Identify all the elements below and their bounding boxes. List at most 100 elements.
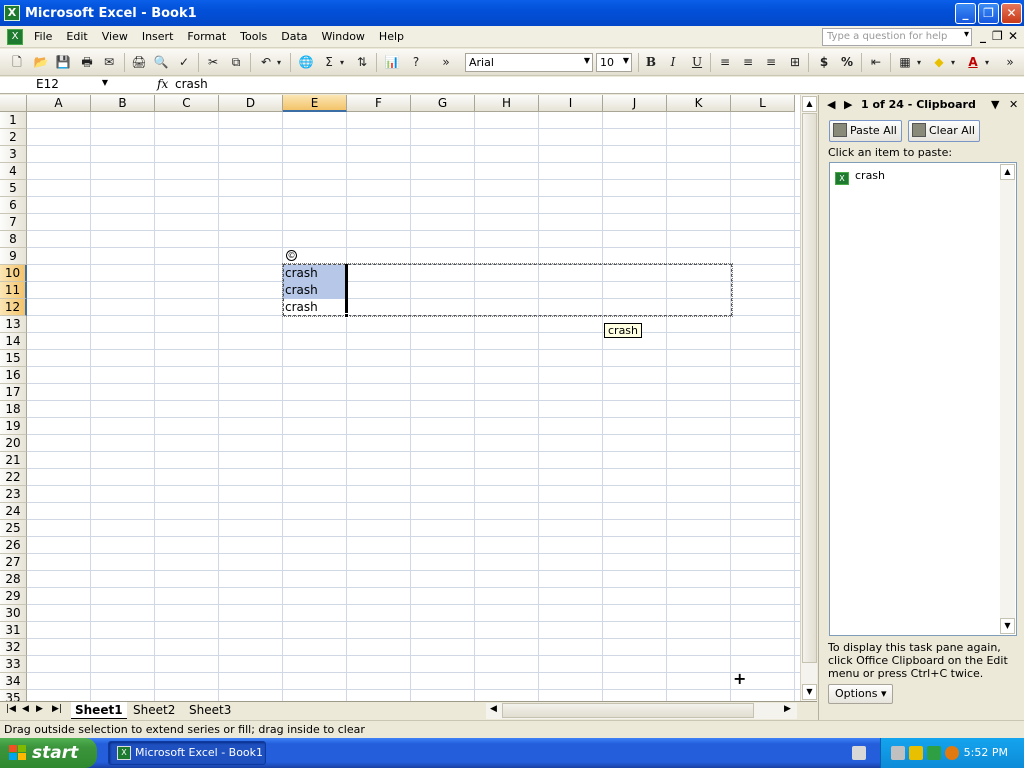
- row-header-2[interactable]: 2: [0, 129, 27, 146]
- paste-all-button[interactable]: Paste All: [829, 120, 902, 142]
- row-header-6[interactable]: 6: [0, 197, 27, 214]
- fill-color-dropdown-icon[interactable]: ▾: [948, 54, 958, 71]
- menu-window[interactable]: Window: [315, 30, 372, 43]
- align-center-icon[interactable]: ≡: [739, 54, 757, 71]
- borders-dropdown-icon[interactable]: ▾: [914, 54, 924, 71]
- column-header-h[interactable]: H: [475, 95, 539, 112]
- menu-file[interactable]: File: [27, 30, 59, 43]
- back-arrow-icon[interactable]: ◀: [827, 98, 835, 111]
- vertical-scrollbar[interactable]: ▲ ▼: [800, 95, 817, 701]
- horizontal-scrollbar[interactable]: ◀ ▶: [486, 703, 797, 719]
- row-header-18[interactable]: 18: [0, 401, 27, 418]
- menu-insert[interactable]: Insert: [135, 30, 181, 43]
- workbook-icon[interactable]: X: [7, 28, 23, 45]
- copy-icon[interactable]: ⧉: [227, 54, 245, 71]
- save-icon[interactable]: 💾: [54, 54, 72, 71]
- row-header-31[interactable]: 31: [0, 622, 27, 639]
- row-header-20[interactable]: 20: [0, 435, 27, 452]
- menu-data[interactable]: Data: [274, 30, 314, 43]
- row-header-8[interactable]: 8: [0, 231, 27, 248]
- toolbar-options-icon[interactable]: »: [440, 54, 452, 71]
- row-header-35[interactable]: 35: [0, 690, 27, 701]
- menu-view[interactable]: View: [95, 30, 135, 43]
- insert-function-icon[interactable]: fx: [157, 77, 168, 91]
- row-header-28[interactable]: 28: [0, 571, 27, 588]
- scroll-down-icon[interactable]: ▼: [1000, 618, 1015, 634]
- percent-button[interactable]: %: [838, 54, 856, 71]
- row-header-3[interactable]: 3: [0, 146, 27, 163]
- row-header-14[interactable]: 14: [0, 333, 27, 350]
- options-button[interactable]: Options ▾: [828, 684, 894, 704]
- bold-button[interactable]: B: [642, 54, 660, 71]
- column-header-c[interactable]: C: [155, 95, 219, 112]
- hyperlink-icon[interactable]: 🌐: [297, 54, 315, 71]
- row-header-12[interactable]: 12: [0, 299, 27, 316]
- row-header-26[interactable]: 26: [0, 537, 27, 554]
- task-pane-menu-icon[interactable]: ▼: [991, 98, 999, 111]
- security-shield-icon[interactable]: [909, 746, 923, 760]
- sheet-tab-3[interactable]: Sheet3: [185, 702, 235, 719]
- update-icon[interactable]: [927, 746, 941, 760]
- italic-button[interactable]: I: [664, 54, 682, 71]
- row-header-1[interactable]: 1: [0, 112, 27, 129]
- underline-button[interactable]: U: [688, 54, 706, 71]
- sheet-tab-1[interactable]: Sheet1: [71, 702, 127, 719]
- print-preview-icon[interactable]: 🔍: [152, 54, 170, 71]
- doc-close-button[interactable]: ✕: [1008, 29, 1018, 43]
- forward-arrow-icon[interactable]: ▶: [844, 98, 852, 111]
- doc-minimize-button[interactable]: _: [980, 29, 986, 43]
- minimize-button[interactable]: _: [955, 3, 976, 24]
- row-header-27[interactable]: 27: [0, 554, 27, 571]
- row-header-19[interactable]: 19: [0, 418, 27, 435]
- column-header-f[interactable]: F: [347, 95, 411, 112]
- chevron-down-icon[interactable]: ▾: [964, 29, 969, 40]
- next-sheet-icon[interactable]: ▶: [36, 704, 43, 714]
- chevron-down-icon[interactable]: ▼: [623, 56, 629, 65]
- scroll-up-icon[interactable]: ▲: [802, 96, 817, 112]
- row-header-9[interactable]: 9: [0, 248, 27, 265]
- prev-sheet-icon[interactable]: ◀: [22, 704, 29, 714]
- font-size-select[interactable]: 10 ▼: [596, 53, 632, 72]
- decrease-indent-icon[interactable]: ⇤: [867, 54, 885, 71]
- column-header-d[interactable]: D: [219, 95, 283, 112]
- merge-center-icon[interactable]: ⊞: [786, 54, 804, 71]
- row-header-11[interactable]: 11: [0, 282, 27, 299]
- search-icon[interactable]: [945, 746, 959, 760]
- start-button[interactable]: start: [0, 738, 97, 768]
- task-pane-close-icon[interactable]: ✕: [1009, 98, 1018, 111]
- row-header-10[interactable]: 10: [0, 265, 27, 282]
- row-header-32[interactable]: 32: [0, 639, 27, 656]
- chart-wizard-icon[interactable]: 📊: [383, 54, 401, 71]
- row-header-25[interactable]: 25: [0, 520, 27, 537]
- keyboard-icon[interactable]: [852, 746, 866, 760]
- vertical-scroll-thumb[interactable]: [802, 113, 817, 663]
- select-all-corner[interactable]: [0, 95, 27, 112]
- excel-app-icon[interactable]: X: [4, 5, 20, 21]
- open-folder-icon[interactable]: 📂: [32, 54, 50, 71]
- row-header-33[interactable]: 33: [0, 656, 27, 673]
- autosum-dropdown-icon[interactable]: ▾: [337, 54, 347, 71]
- row-header-4[interactable]: 4: [0, 163, 27, 180]
- new-document-icon[interactable]: 🗋: [8, 54, 26, 71]
- taskbar-item-excel[interactable]: X Microsoft Excel - Book1: [108, 741, 266, 765]
- worksheet-grid[interactable]: ABCDEFGHIJKL 1 2 3 4 5 6 7 8 9 10 11 12 13 14 15 16 17 18…: [0, 95, 800, 701]
- row-header-15[interactable]: 15: [0, 350, 27, 367]
- undo-dropdown-icon[interactable]: ▾: [274, 54, 284, 71]
- column-header-j[interactable]: J: [603, 95, 667, 112]
- sort-ascending-icon[interactable]: ⇅: [353, 54, 371, 71]
- row-header-21[interactable]: 21: [0, 452, 27, 469]
- close-button[interactable]: ✕: [1001, 3, 1022, 24]
- menu-help[interactable]: Help: [372, 30, 411, 43]
- align-right-icon[interactable]: ≡: [762, 54, 780, 71]
- name-box[interactable]: E12 ▼: [2, 77, 112, 93]
- undo-icon[interactable]: ↶: [257, 54, 275, 71]
- doc-restore-button[interactable]: ❐: [992, 29, 1003, 43]
- row-header-17[interactable]: 17: [0, 384, 27, 401]
- sheet-tab-2[interactable]: Sheet2: [129, 702, 179, 719]
- borders-icon[interactable]: ▦: [896, 54, 914, 71]
- row-header-13[interactable]: 13: [0, 316, 27, 333]
- row-header-23[interactable]: 23: [0, 486, 27, 503]
- font-color-icon[interactable]: A: [964, 54, 982, 71]
- scroll-right-icon[interactable]: ▶: [784, 704, 791, 714]
- print-icon[interactable]: 🖨: [130, 54, 148, 71]
